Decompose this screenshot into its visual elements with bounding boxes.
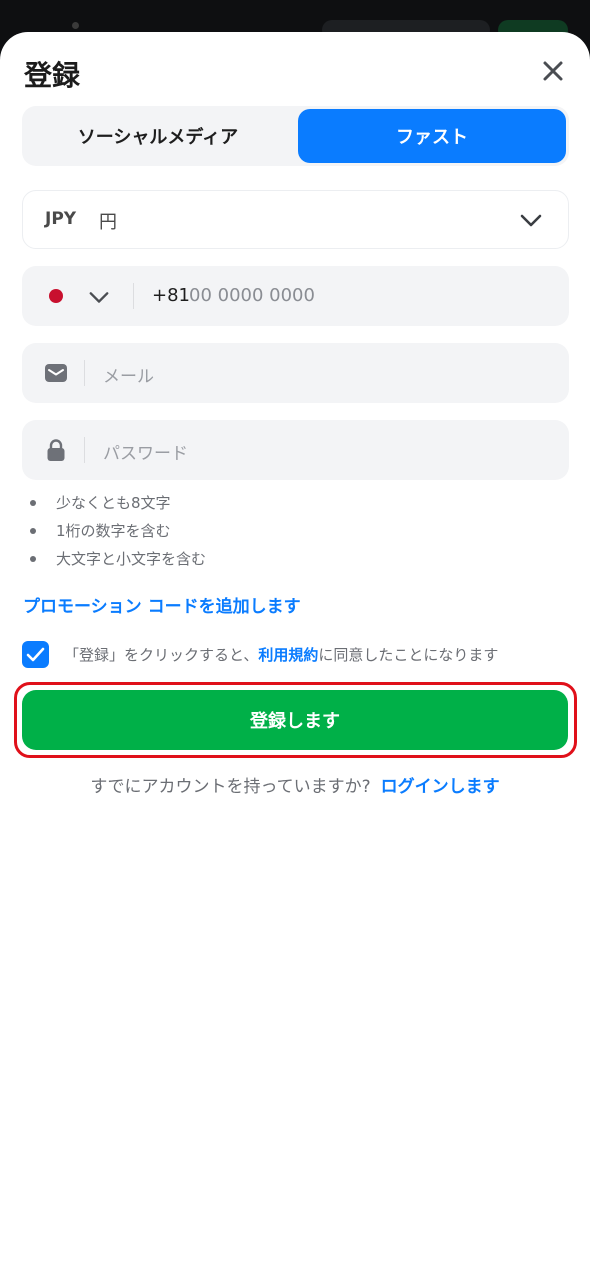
phone-input[interactable]: 00 0000 0000 (189, 285, 315, 306)
divider (84, 360, 85, 386)
password-rule: 大文字と小文字を含む (30, 545, 206, 573)
page-title: 登録 (24, 59, 81, 92)
currency-symbol: 円 (99, 212, 117, 233)
terms-checkbox[interactable] (22, 641, 49, 668)
terms-text-after: に同意したことになります (318, 646, 499, 664)
lock-icon (44, 438, 68, 462)
terms-link[interactable]: 利用規約 (258, 646, 318, 664)
password-field[interactable]: パスワード (22, 420, 569, 480)
login-link[interactable]: ログインします (381, 777, 500, 797)
japan-flag-icon[interactable] (49, 289, 63, 303)
currency-code: JPY (45, 209, 77, 229)
phone-prefix: +81 (152, 285, 190, 306)
terms-text-before: 「登録」をクリックすると、 (64, 646, 259, 664)
terms-text: 「登録」をクリックすると、利用規約に同意したことになります (64, 644, 498, 665)
divider (84, 437, 85, 463)
password-rules: 少なくとも8文字 1桁の数字を含む 大文字と小文字を含む (30, 489, 206, 573)
password-rule: 少なくとも8文字 (30, 489, 206, 517)
chevron-down-icon (519, 208, 543, 236)
register-button[interactable]: 登録します (22, 690, 568, 750)
tab-fast[interactable]: ファスト (298, 109, 566, 163)
email-input[interactable]: メール (103, 362, 154, 387)
register-sheet: 登録 ソーシャルメディア ファスト JPY 円 +81 00 0000 0000 (0, 32, 590, 1280)
mail-icon (44, 361, 68, 385)
phone-field[interactable]: +81 00 0000 0000 (22, 266, 569, 326)
camera-dot (72, 22, 79, 29)
login-prompt-row: すでにアカウントを持っていますか? ログインします (0, 772, 590, 797)
tab-social-media[interactable]: ソーシャルメディア (25, 109, 291, 163)
chevron-down-icon[interactable] (88, 286, 110, 312)
password-rule: 1桁の数字を含む (30, 517, 206, 545)
terms-agreement: 「登録」をクリックすると、利用規約に同意したことになります (22, 640, 568, 668)
close-icon[interactable] (536, 54, 570, 88)
login-prompt: すでにアカウントを持っていますか? (90, 777, 371, 797)
email-field[interactable]: メール (22, 343, 569, 403)
divider (133, 283, 134, 309)
password-input[interactable]: パスワード (103, 439, 188, 464)
add-promo-code-link[interactable]: プロモーション コードを追加します (23, 592, 301, 617)
currency-select[interactable]: JPY 円 (22, 190, 569, 249)
register-mode-tabs: ソーシャルメディア ファスト (22, 106, 569, 166)
